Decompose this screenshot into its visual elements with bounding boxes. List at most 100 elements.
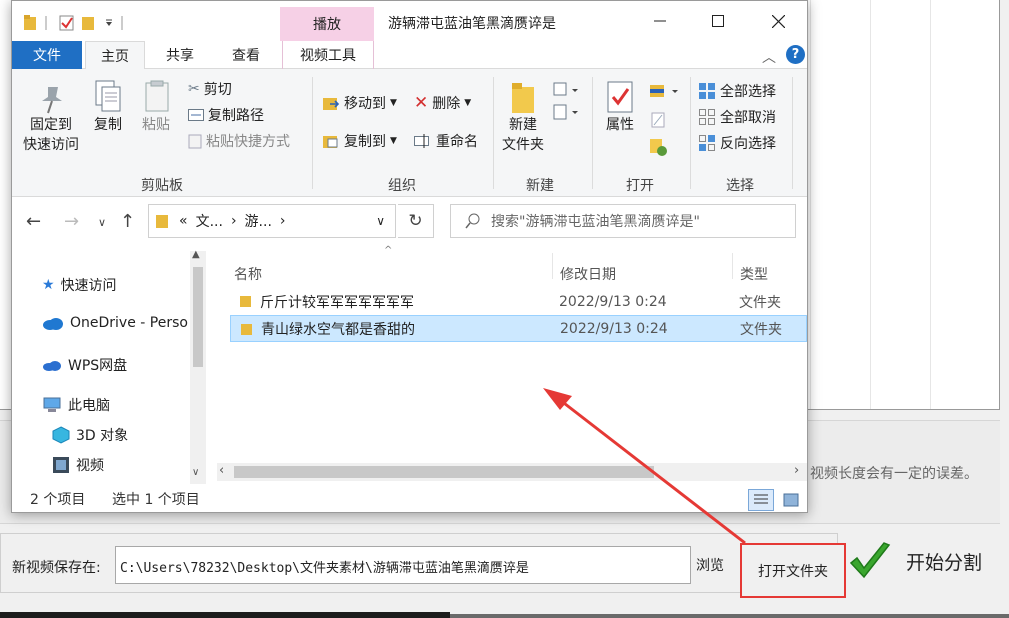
nav-item-videos[interactable]: 视频 <box>52 455 104 475</box>
nav-item-onedrive[interactable]: OneDrive - Perso <box>42 315 188 331</box>
close-icon <box>771 14 785 28</box>
cloud-icon <box>43 318 63 330</box>
tab-share[interactable]: 共享 <box>152 41 208 69</box>
paste-shortcut-button[interactable]: 粘贴快捷方式 <box>188 131 290 151</box>
scroll-up-icon[interactable]: ▲ <box>192 249 200 260</box>
contextual-tab-play[interactable]: 播放 <box>280 7 374 41</box>
tab-view[interactable]: 查看 <box>218 41 274 69</box>
select-none-button[interactable]: 全部取消 <box>698 107 776 127</box>
pin-to-quick-access-button[interactable]: 固定到 快速访问 <box>20 83 82 155</box>
breadcrumb-item[interactable]: 文... <box>196 211 223 231</box>
up-button[interactable]: ↑ <box>120 211 135 232</box>
open-tools-icon[interactable] <box>646 81 686 165</box>
cube-icon <box>52 426 70 444</box>
save-location-label: 新视频保存在: <box>12 560 101 576</box>
invert-selection-button[interactable]: 反向选择 <box>698 133 776 153</box>
window-title: 游辆滞屯蓝油笔黑滴赝谇是 <box>388 16 556 32</box>
delete-label: 删除 <box>432 96 461 112</box>
minimize-icon <box>654 20 666 22</box>
properties-button[interactable]: 属性 <box>598 79 642 135</box>
new-folder-button[interactable]: 新建 文件夹 <box>498 79 548 155</box>
film-icon <box>53 457 69 473</box>
cut-label: 剪切 <box>203 82 232 98</box>
cut-button[interactable]: ✂ 剪切 <box>188 79 232 99</box>
copy-label: 复制 <box>94 117 122 133</box>
properties-icon <box>607 81 633 113</box>
horizontal-scroll-thumb[interactable] <box>234 466 654 478</box>
recent-locations-button[interactable]: ∨ <box>98 216 106 229</box>
copy-to-button[interactable]: 复制到 ▼ <box>322 131 397 151</box>
nav-item-3d-objects[interactable]: 3D 对象 <box>52 425 128 445</box>
column-separator[interactable] <box>552 253 553 279</box>
column-header-type[interactable]: 类型 <box>740 264 768 284</box>
collapse-ribbon-icon[interactable]: ︿ <box>762 47 776 67</box>
open-folder-button[interactable]: 打开文件夹 <box>740 543 846 598</box>
column-header-modified[interactable]: 修改日期 <box>560 264 616 284</box>
large-icons-view-button[interactable] <box>778 489 804 511</box>
scroll-down-icon[interactable]: ∨ <box>192 467 199 478</box>
file-row-selected[interactable]: 青山绿水空气都是香甜的 2022/9/13 0:24 文件夹 <box>230 315 807 342</box>
bottom-strip <box>0 612 450 618</box>
rename-button[interactable]: 重命名 <box>414 131 478 151</box>
browse-button[interactable]: 浏览 <box>696 555 724 575</box>
maximize-button[interactable] <box>698 9 738 33</box>
title-bar: 播放 游辆滞屯蓝油笔黑滴赝谇是 <box>12 1 807 43</box>
column-header-name[interactable]: 名称 <box>234 264 262 284</box>
breadcrumb-item[interactable]: 游... <box>245 211 272 231</box>
save-path-field[interactable]: C:\Users\78232\Desktop\文件夹素材\游辆滞屯蓝油笔黑滴赝谇… <box>115 546 691 584</box>
copy-path-button[interactable]: 复制路径 <box>188 105 264 125</box>
select-all-label: 全部选择 <box>720 84 776 100</box>
column-separator[interactable] <box>732 253 733 279</box>
nav-label: WPS网盘 <box>68 358 128 374</box>
breadcrumb-overflow[interactable]: « <box>179 213 188 229</box>
start-split-label: 开始分割 <box>906 551 983 574</box>
paste-button[interactable]: 粘贴 <box>136 79 176 135</box>
details-view-button[interactable] <box>748 489 774 511</box>
forward-button[interactable]: → <box>64 211 79 232</box>
close-button[interactable] <box>758 9 798 33</box>
large-icons-view-icon <box>783 493 799 507</box>
file-list <box>210 245 807 483</box>
delete-button[interactable]: ✕ 删除 ▼ <box>414 93 471 113</box>
folder-icon <box>241 324 252 335</box>
scroll-right-icon[interactable]: › <box>794 463 799 478</box>
breadcrumb-chevron-icon[interactable]: › <box>280 213 286 229</box>
refresh-button[interactable]: ↻ <box>398 204 434 238</box>
copy-path-label: 复制路径 <box>208 108 264 124</box>
help-icon[interactable]: ? <box>786 45 805 64</box>
search-input[interactable]: 搜索"游辆滞屯蓝油笔黑滴赝谇是" <box>450 204 796 238</box>
nav-item-this-pc[interactable]: 此电脑 <box>42 395 110 415</box>
quick-access-toolbar-icon[interactable] <box>22 13 142 33</box>
scissors-icon: ✂ <box>188 81 200 97</box>
select-none-label: 全部取消 <box>720 110 776 126</box>
minimize-button[interactable] <box>640 9 680 33</box>
new-item-icon[interactable] <box>550 81 582 125</box>
tab-file[interactable]: 文件 <box>12 41 82 69</box>
file-name: 斤斤计较军军军军军军军 <box>260 294 414 311</box>
address-bar[interactable]: « 文... › 游... › ∨ <box>148 204 396 238</box>
file-date: 2022/9/13 0:24 <box>560 320 668 337</box>
address-dropdown-icon[interactable]: ∨ <box>376 214 385 228</box>
navigation-pane: ★ 快速访问 OneDrive - Perso WPS网盘 此电脑 3D 对象 … <box>12 245 208 483</box>
tab-video-tools[interactable]: 视频工具 <box>282 41 374 69</box>
breadcrumb-chevron-icon[interactable]: › <box>231 213 237 229</box>
open-folder-label: 打开文件夹 <box>758 563 828 580</box>
new-folder-icon <box>512 83 534 113</box>
start-split-button[interactable]: 开始分割 <box>842 528 1002 594</box>
nav-pane-scroll-thumb[interactable] <box>193 267 203 367</box>
file-type: 文件夹 <box>740 321 782 338</box>
pin-label: 固定到 快速访问 <box>23 117 79 153</box>
nav-item-wps[interactable]: WPS网盘 <box>42 355 127 375</box>
search-placeholder: 搜索"游辆滞屯蓝油笔黑滴赝谇是" <box>491 214 700 230</box>
nav-item-quick-access[interactable]: ★ 快速访问 <box>42 275 117 295</box>
file-row[interactable]: 斤斤计较军军军军军军军 2022/9/13 0:24 文件夹 <box>230 288 807 315</box>
check-icon <box>849 542 891 579</box>
select-all-button[interactable]: 全部选择 <box>698 81 776 101</box>
file-type: 文件夹 <box>739 294 781 311</box>
move-to-button[interactable]: 移动到 ▼ <box>322 93 397 113</box>
tab-home[interactable]: 主页 <box>85 41 145 70</box>
back-button[interactable]: ← <box>26 211 41 232</box>
nav-label: OneDrive - Perso <box>70 315 188 331</box>
scroll-left-icon[interactable]: ‹ <box>219 463 224 478</box>
copy-button[interactable]: 复制 <box>88 79 128 135</box>
